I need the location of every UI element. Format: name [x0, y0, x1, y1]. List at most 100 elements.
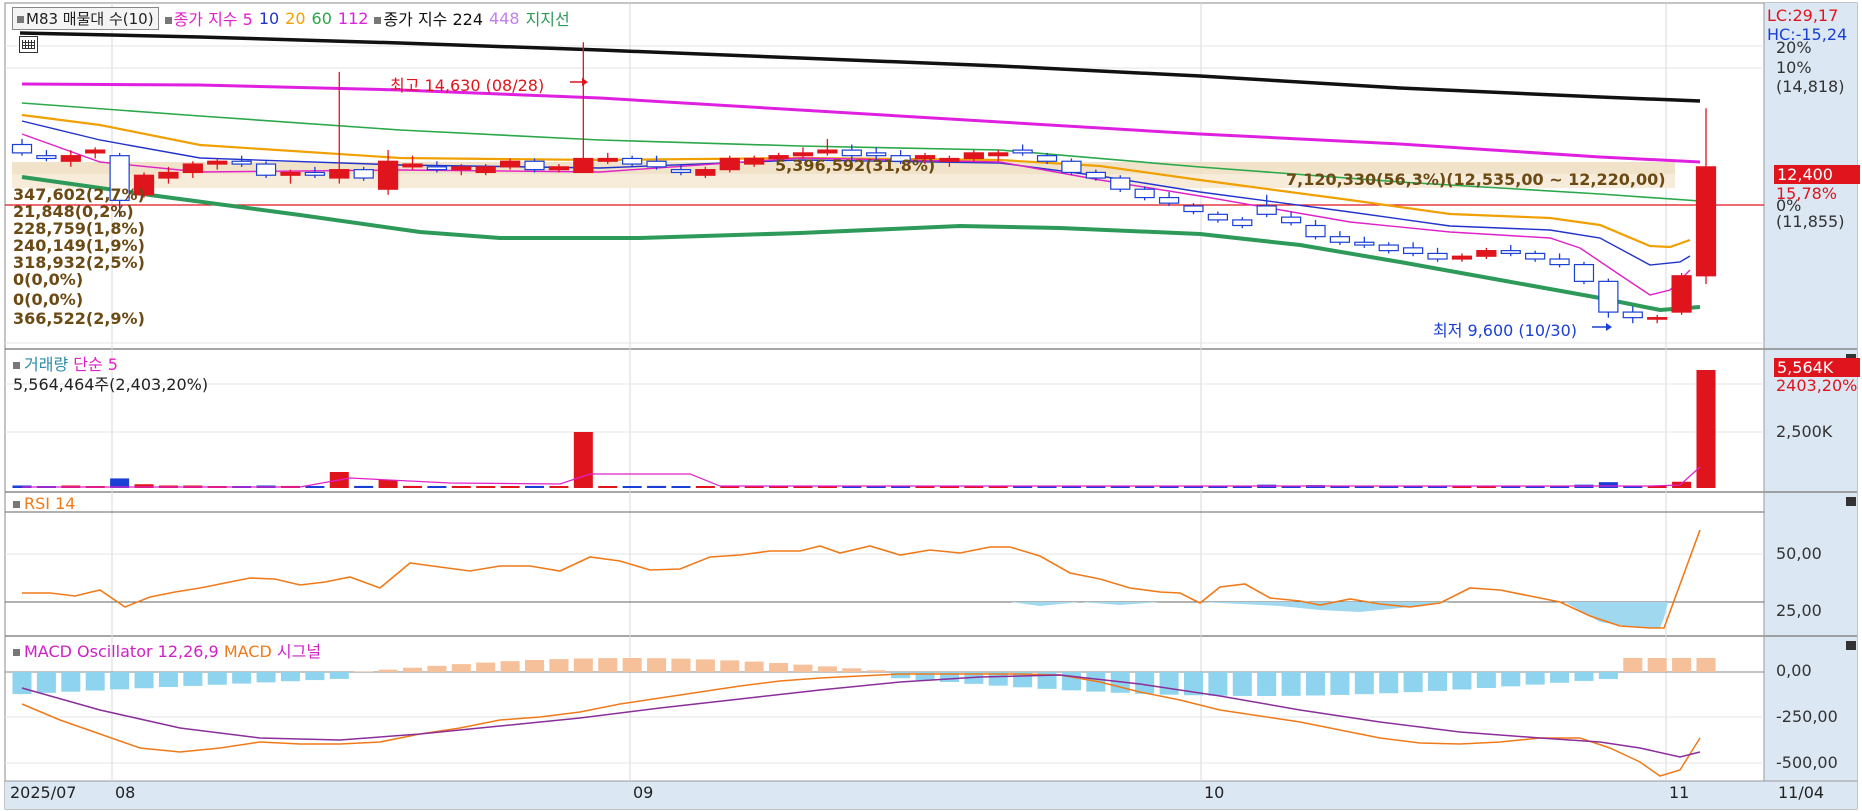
ma-prefix-label: 종가 지수 [173, 10, 238, 29]
volume-bar [573, 432, 593, 488]
ma60-label[interactable]: 60 [312, 9, 332, 28]
volume-bar [549, 486, 569, 488]
ma20-label[interactable]: 20 [285, 9, 305, 28]
macd-bar [402, 667, 423, 672]
volume-bar [647, 485, 667, 488]
calendar-grid-icon[interactable] [19, 36, 38, 53]
volume-bar [525, 485, 545, 488]
ma448-label[interactable]: 448 [489, 9, 520, 28]
pane-square-icon [13, 649, 20, 656]
rsi-pane-close-icon[interactable] [1846, 497, 1856, 506]
candle-body [353, 169, 374, 179]
volume-bar [451, 486, 471, 488]
legend-ma224[interactable]: 종가 지수 224 [374, 6, 483, 30]
macd-bar [866, 670, 886, 672]
volume-bar [476, 486, 496, 488]
candle-body [622, 157, 643, 165]
price-legend: M83 매물대 수(10) 종가 지수 5 10 20 60 112 종가 지수… [12, 6, 570, 30]
x-label-sep: 09 [633, 783, 654, 802]
macd-bar [256, 672, 276, 683]
volume-bar [1598, 482, 1618, 488]
pct20-label: 20% [1776, 38, 1812, 57]
candle-body [524, 160, 545, 171]
macd-bar [207, 672, 227, 685]
candle-body [1598, 280, 1619, 313]
pane-square-icon [13, 362, 20, 369]
macd-pane-title[interactable]: MACD Oscillator 12,26,9 MACD 시그널 [13, 638, 321, 662]
volume-profile-row: 347,602(2,7%) [13, 185, 145, 204]
candle-body [1134, 188, 1155, 199]
candle-body [1061, 160, 1082, 174]
candle-body [1036, 155, 1058, 162]
x-label-oct: 10 [1204, 783, 1225, 802]
rsi-pane-title[interactable]: RSI 14 [13, 494, 75, 513]
signal-label: 시그널 [276, 642, 322, 661]
macd-bar [110, 672, 130, 690]
volume-bar [1696, 370, 1716, 488]
volume-bar [427, 486, 447, 488]
macd-bar [134, 672, 154, 689]
support-label[interactable]: 지지선 [526, 6, 570, 30]
macd-bar [36, 672, 56, 693]
macd-bar [158, 672, 178, 688]
volume-profile-row: 21,848(0,2%) [13, 202, 134, 221]
volume-profile-row: 318,932(2,5%) [13, 253, 145, 272]
candle-body [744, 157, 765, 165]
indicator-box[interactable]: M83 매물대 수(10) [12, 6, 159, 30]
candle-body [60, 155, 81, 162]
candle-body [1549, 258, 1570, 266]
macd-axis-m250: -250,00 [1776, 707, 1838, 726]
pane-square-icon [13, 501, 20, 508]
macd-pane-close-icon[interactable] [1846, 641, 1856, 650]
macd-bar [1208, 672, 1228, 696]
macd-axis-0: 0,00 [1776, 661, 1812, 680]
macd-bar [549, 659, 569, 672]
x-label-right-date: 11/04 [1778, 783, 1825, 802]
candle-body [426, 166, 448, 171]
macd-bar [647, 658, 667, 672]
volume-profile-row: 0(0,0%) [13, 270, 84, 289]
candle-body [841, 149, 862, 157]
ma10-label[interactable]: 10 [259, 9, 279, 28]
macd-bar [1428, 672, 1448, 691]
macd-bar [1135, 672, 1155, 694]
macd-bar [1305, 672, 1326, 696]
rsi-title: RSI 14 [24, 494, 76, 513]
lc-label: LC:29,17 [1767, 6, 1839, 25]
x-label-jul: 2025/07 [10, 783, 77, 802]
candle-body [1305, 224, 1326, 238]
volume-bar [671, 486, 691, 488]
ma112-label[interactable]: 112 [338, 9, 369, 28]
macd-bar [378, 669, 398, 672]
candle-body [11, 143, 33, 154]
legend-ma-prefix[interactable]: 종가 지수 5 [164, 6, 253, 30]
candle-body [695, 169, 716, 176]
candle-body [1232, 219, 1253, 227]
candle-body [1695, 166, 1717, 277]
macd-bar [427, 665, 447, 672]
candle-body [1354, 241, 1375, 246]
ma224-label: 종가 지수 224 [383, 10, 484, 29]
macd-bar [915, 672, 935, 681]
price-top-label: (14,818) [1776, 77, 1845, 96]
candle-body [182, 163, 203, 174]
volume-pct-label: 2403,20% [1776, 376, 1858, 395]
macd-bar [280, 672, 300, 682]
macd-bar [671, 658, 691, 672]
macd-bar [622, 658, 642, 672]
macd-bar [1623, 658, 1643, 672]
candle-body [1110, 177, 1131, 190]
candle-body [817, 149, 838, 154]
candle-body [1622, 311, 1643, 319]
macd-bar [1696, 658, 1716, 672]
candle-body [280, 171, 301, 176]
candle-body [1158, 196, 1180, 204]
volume-bar [402, 485, 423, 488]
candle-body [1329, 236, 1351, 243]
candle-body [988, 152, 1009, 157]
band-right-label: 7,120,330(56,3%)(12,535,00 ~ 12,220,00) [1286, 170, 1666, 189]
macd-bar [1061, 672, 1081, 691]
candle-body [1525, 252, 1546, 260]
stock-chart[interactable] [0, 0, 1862, 811]
x-label-aug: 08 [115, 783, 136, 802]
